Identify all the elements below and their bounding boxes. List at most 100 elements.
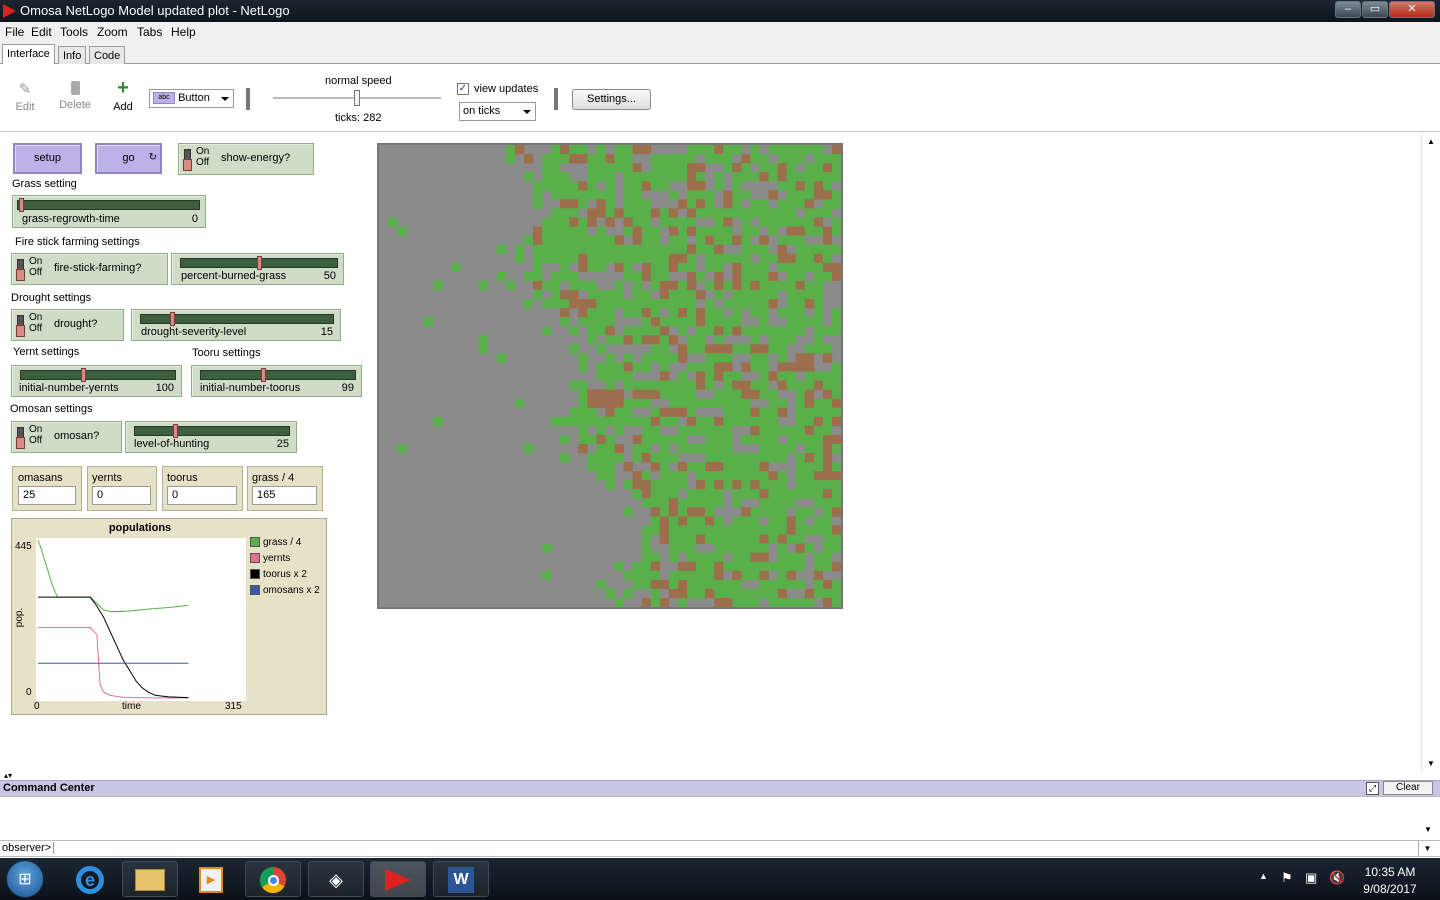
flag-icon[interactable]: ⚑ <box>1281 870 1293 886</box>
menu-tabs[interactable]: Tabs <box>137 25 162 39</box>
close-button[interactable]: ✕ <box>1389 1 1435 18</box>
edit-tool[interactable]: ✎ Edit <box>10 80 40 113</box>
patch <box>822 172 833 182</box>
drought-severity-slider[interactable]: drought-severity-level 15 <box>131 309 341 341</box>
patch <box>551 181 561 191</box>
patch <box>551 235 561 245</box>
patch <box>723 416 733 427</box>
initial-toorus-slider[interactable]: initial-number-toorus 99 <box>191 365 362 397</box>
percent-burned-grass-slider[interactable]: percent-burned-grass 50 <box>171 253 344 285</box>
show-hidden-icons-icon[interactable]: ▲ <box>1259 871 1268 881</box>
tab-info[interactable]: Info <box>58 46 87 64</box>
patch <box>641 534 652 544</box>
network-icon[interactable]: ▣ <box>1305 870 1317 886</box>
patch <box>786 534 797 544</box>
patch <box>750 462 760 472</box>
chrome-icon[interactable] <box>245 861 301 897</box>
patch <box>560 190 570 200</box>
clock-time[interactable]: 10:35 AM <box>1360 865 1420 879</box>
slider-track[interactable] <box>20 370 176 380</box>
command-input[interactable] <box>56 841 1416 856</box>
patch <box>750 299 760 309</box>
volume-muted-icon[interactable]: 🔇 <box>1329 870 1345 886</box>
update-mode-value: on ticks <box>463 105 501 117</box>
slider-track[interactable] <box>134 426 290 436</box>
scroll-down-icon[interactable]: ▼ <box>1424 825 1432 834</box>
menu-edit[interactable]: Edit <box>31 25 52 39</box>
tab-code[interactable]: Code <box>89 46 126 64</box>
minimize-button[interactable]: ‒ <box>1335 1 1361 18</box>
slider-knob[interactable] <box>172 424 178 438</box>
scroll-up-icon[interactable]: ▲ <box>1427 137 1435 146</box>
patch <box>641 253 652 264</box>
patch <box>650 525 661 535</box>
vertical-scrollbar[interactable]: ▲ ▼ <box>1421 132 1440 772</box>
clock-date[interactable]: 9/08/2017 <box>1360 882 1420 896</box>
grass-regrowth-slider[interactable]: grass-regrowth-time 0 <box>12 195 206 228</box>
view-updates-checkbox[interactable]: ✓ <box>457 83 469 95</box>
patch <box>822 226 833 236</box>
slider-track[interactable] <box>200 370 356 380</box>
patch <box>759 289 769 300</box>
menu-help[interactable]: Help <box>171 25 196 39</box>
world-view[interactable] <box>377 143 843 609</box>
patch <box>623 326 633 336</box>
ie-icon[interactable]: e <box>62 861 118 897</box>
unity-icon[interactable]: ◈ <box>308 861 364 897</box>
slider-knob[interactable] <box>256 256 262 270</box>
level-of-hunting-slider[interactable]: level-of-hunting 25 <box>125 421 297 453</box>
slider-knob[interactable] <box>169 312 175 326</box>
menu-tools[interactable]: Tools <box>60 25 88 39</box>
go-button[interactable]: go ↻ <box>95 143 162 174</box>
word-icon[interactable]: W <box>433 861 489 897</box>
splitter-arrows-icon[interactable]: ▴▾ <box>4 772 12 780</box>
show-energy-switch[interactable]: On Off show-energy? <box>178 143 314 175</box>
slider-knob[interactable] <box>19 198 24 212</box>
media-player-icon[interactable]: ▶ <box>183 861 239 897</box>
fire-stick-farming-switch[interactable]: On Off fire-stick-farming? <box>11 253 168 285</box>
patch <box>831 308 842 318</box>
observer-prompt[interactable]: observer> <box>2 842 55 854</box>
initial-yernts-slider[interactable]: initial-number-yernts 100 <box>11 365 182 397</box>
slider-knob[interactable] <box>80 368 86 382</box>
widget-type-dropdown[interactable]: abc Button <box>149 89 234 108</box>
slider-track[interactable] <box>17 200 200 210</box>
patch <box>668 579 679 590</box>
speed-slider-thumb[interactable] <box>354 90 360 106</box>
menu-file[interactable]: File <box>5 25 24 39</box>
setup-button[interactable]: setup <box>13 143 82 174</box>
patch <box>759 371 769 381</box>
omosan-switch[interactable]: On Off omosan? <box>11 421 122 453</box>
start-button[interactable]: ⊞ <box>6 860 44 898</box>
scroll-down-icon[interactable]: ▼ <box>1427 759 1435 768</box>
patch <box>786 371 797 381</box>
tab-interface[interactable]: Interface <box>2 44 55 65</box>
patch <box>741 326 751 336</box>
patch <box>677 308 688 318</box>
settings-button[interactable]: Settings... <box>572 89 651 110</box>
patch <box>632 190 643 200</box>
command-output[interactable]: ▼ <box>0 796 1440 841</box>
patch <box>623 271 633 282</box>
slider-knob[interactable] <box>260 368 266 382</box>
delete-tool[interactable]: Delete <box>56 80 94 111</box>
menu-zoom[interactable]: Zoom <box>97 25 128 39</box>
maximize-button[interactable]: ▭ <box>1362 1 1388 18</box>
drought-switch[interactable]: On Off drought? <box>11 309 124 341</box>
netlogo-taskbar-icon[interactable] <box>370 861 426 897</box>
patch <box>677 244 688 255</box>
patch <box>632 235 643 245</box>
add-tool[interactable]: + Add <box>108 78 138 113</box>
patch <box>623 308 633 318</box>
explorer-icon[interactable] <box>122 861 178 897</box>
patch <box>505 145 516 155</box>
expand-icon[interactable]: ⤢ <box>1366 782 1379 795</box>
patch <box>677 588 688 599</box>
patch <box>795 489 806 499</box>
update-mode-dropdown[interactable]: on ticks <box>459 102 536 121</box>
clear-button[interactable]: Clear <box>1383 781 1433 795</box>
patch <box>641 425 652 436</box>
patch <box>659 326 670 336</box>
patch <box>668 534 679 544</box>
history-dropdown-icon[interactable]: ▼ <box>1418 841 1436 856</box>
